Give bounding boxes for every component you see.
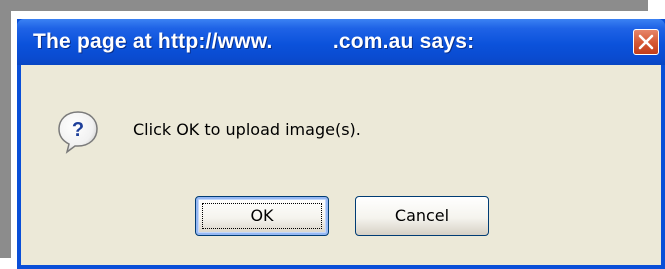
dialog-titlebar[interactable]: The page at http://www. .com.au says: bbox=[17, 19, 665, 65]
focus-rectangle bbox=[202, 203, 322, 229]
question-icon: ? bbox=[58, 111, 98, 154]
dialog-body: ? Click OK to upload image(s). OK Cancel bbox=[21, 65, 661, 265]
ok-button[interactable]: OK bbox=[195, 196, 329, 236]
cancel-button-label: Cancel bbox=[394, 206, 450, 225]
dialog-title: The page at http://www. .com.au says: bbox=[33, 30, 475, 53]
alert-dialog: The page at http://www. .com.au says: ? … bbox=[17, 19, 665, 269]
shadow-top-edge bbox=[0, 0, 648, 11]
close-icon bbox=[638, 34, 654, 50]
shadow-left-edge bbox=[0, 0, 11, 258]
close-button[interactable] bbox=[633, 29, 659, 55]
svg-text:?: ? bbox=[72, 119, 84, 141]
cancel-button[interactable]: Cancel bbox=[355, 196, 489, 236]
dialog-message: Click OK to upload image(s). bbox=[133, 120, 361, 139]
